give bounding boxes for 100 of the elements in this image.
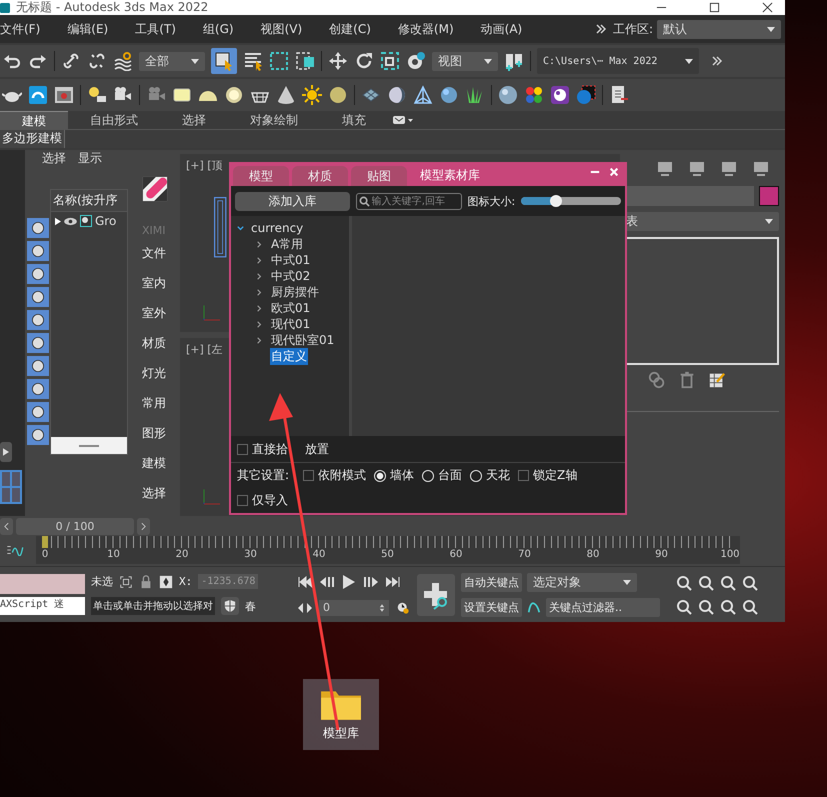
go-to-end-icon[interactable]: [385, 576, 401, 588]
frame-marker[interactable]: [42, 536, 48, 548]
link-icon[interactable]: [61, 51, 81, 71]
plugin-menu-item[interactable]: 建模: [142, 455, 166, 485]
workspace-dropdown[interactable]: 默认: [657, 20, 781, 38]
close-icon[interactable]: [762, 2, 773, 13]
dialog-tab[interactable]: 贴图: [351, 166, 407, 186]
pivot-icon[interactable]: [406, 51, 426, 71]
dialog-tab[interactable]: 模型: [233, 166, 289, 186]
plugin-menu-item[interactable]: 灯光: [142, 365, 166, 395]
ribbon-tab[interactable]: 填充: [320, 111, 388, 129]
ribbon-options-icon[interactable]: [392, 115, 414, 125]
ring-icon[interactable]: [224, 85, 244, 105]
current-frame-field[interactable]: 0: [319, 600, 389, 616]
radio-button[interactable]: [470, 470, 482, 482]
key-mode-toggle-icon[interactable]: [297, 602, 313, 614]
rotate-icon[interactable]: [354, 51, 374, 71]
plugin-menu-item[interactable]: 常用: [142, 395, 166, 425]
menu-item[interactable]: 编辑(E): [67, 20, 108, 38]
maximize-icon[interactable]: [709, 2, 720, 13]
palette-icon[interactable]: [550, 85, 570, 105]
wave-link-icon[interactable]: [113, 51, 133, 71]
disc-icon[interactable]: [328, 85, 348, 105]
menu-item[interactable]: 创建(C): [329, 20, 371, 38]
key-filters-button[interactable]: 关键点过滤器..: [546, 598, 660, 616]
window-crossing-icon[interactable]: [295, 51, 315, 71]
time-configuration-icon[interactable]: [395, 602, 411, 614]
lock-icon[interactable]: [139, 574, 153, 588]
expand-button[interactable]: [0, 442, 12, 462]
ribbon-panel-tab[interactable]: 多边形建模: [0, 130, 65, 148]
explorer-tab[interactable]: 显示: [78, 150, 102, 167]
expand-triangle-icon[interactable]: [55, 216, 61, 226]
menu-item[interactable]: 动画(A): [480, 20, 522, 38]
transform-mode-icon[interactable]: [159, 574, 173, 588]
pyramid-icon[interactable]: [413, 85, 433, 105]
ribbon-tab[interactable]: 选择: [160, 111, 228, 129]
pivot-point-icon[interactable]: [504, 51, 524, 71]
dialog-tab[interactable]: 模型素材库: [410, 165, 490, 185]
icon-size-slider[interactable]: [521, 197, 621, 205]
tangent-icon[interactable]: [527, 600, 541, 614]
isolate-selection-icon[interactable]: [119, 574, 133, 588]
move-icon[interactable]: [328, 51, 348, 71]
viewport-label[interactable]: [+] [左: [186, 342, 223, 357]
rectangle-select-icon[interactable]: [269, 51, 289, 71]
checkbox[interactable]: [237, 495, 248, 506]
maxscript-input-field[interactable]: AXScript 迷: [0, 597, 85, 615]
unique-icon[interactable]: [648, 371, 666, 389]
timeline-ruler[interactable]: 0 10 20 30 40 50 60 70 80 90 100: [36, 536, 740, 564]
tree-item[interactable]: currency: [250, 221, 304, 235]
ribbon-tab[interactable]: 自由形式: [68, 111, 160, 129]
tree-item[interactable]: 中式01: [270, 252, 312, 268]
next-key-icon[interactable]: [363, 576, 379, 588]
render-frame-icon[interactable]: [54, 85, 74, 105]
previous-frame-button[interactable]: [0, 518, 13, 534]
project-folder-dropdown[interactable]: C:\Users\⋯ Max 2022: [537, 48, 699, 74]
tree-item[interactable]: 欧式01: [270, 300, 312, 316]
key-mode-dropdown[interactable]: 选定对象: [527, 572, 637, 592]
set-key-button[interactable]: [417, 574, 455, 616]
reference-coordinate-dropdown[interactable]: 视图: [432, 52, 498, 70]
play-icon[interactable]: [341, 574, 357, 590]
adaptive-degradation-button[interactable]: [221, 597, 239, 615]
light-list-icon[interactable]: [87, 85, 107, 105]
scale-icon[interactable]: [380, 51, 400, 71]
tree-item[interactable]: A常用: [270, 236, 304, 252]
add-to-library-button[interactable]: 添加入库: [235, 192, 350, 210]
edit-table-icon[interactable]: [708, 371, 726, 389]
chevron-icon[interactable]: [236, 224, 245, 232]
dialog-tab[interactable]: 材质: [292, 166, 348, 186]
cone-icon[interactable]: [276, 85, 296, 105]
set-key-toggle[interactable]: 设置关键点: [461, 598, 522, 616]
tree-item[interactable]: 中式02: [270, 268, 312, 284]
viewport-label[interactable]: [+] [顶: [186, 158, 223, 173]
select-object-button[interactable]: [211, 48, 237, 74]
previous-key-icon[interactable]: [319, 576, 335, 588]
radio-button[interactable]: [374, 470, 386, 482]
object-name[interactable]: Gro: [95, 214, 116, 228]
menu-item[interactable]: 组(G): [202, 20, 234, 38]
auto-key-button[interactable]: 自动关键点: [461, 572, 522, 592]
checkbox[interactable]: [303, 470, 314, 481]
frame-counter[interactable]: 0 / 100: [16, 518, 134, 534]
tree-item[interactable]: 现代01: [270, 316, 312, 332]
eye-icon[interactable]: [64, 216, 77, 226]
sphere-icon[interactable]: [498, 85, 518, 105]
checkbox[interactable]: [518, 470, 530, 481]
plugin-menu-item[interactable]: 材质: [142, 335, 166, 365]
radio-button[interactable]: [422, 470, 434, 482]
plugin-menu-item[interactable]: 室内: [142, 275, 166, 305]
menu-item[interactable]: 修改器(M): [398, 20, 454, 38]
column-header[interactable]: 名称(按升序: [51, 190, 127, 212]
curve-editor-icon[interactable]: [6, 544, 24, 556]
explorer-tab[interactable]: 选择: [42, 150, 66, 167]
maxscript-listener-field[interactable]: [0, 574, 85, 594]
menu-item[interactable]: 视图(V): [260, 20, 302, 38]
checkbox[interactable]: [237, 444, 248, 454]
tree-item[interactable]: 现代卧室01: [270, 332, 336, 348]
plugin-menu-item[interactable]: 文件: [142, 245, 166, 275]
zoom-icon[interactable]: [676, 574, 692, 590]
menu-item[interactable]: 工具(T): [135, 20, 176, 38]
sun-icon[interactable]: [302, 85, 322, 105]
color-dots-icon[interactable]: [524, 85, 544, 105]
